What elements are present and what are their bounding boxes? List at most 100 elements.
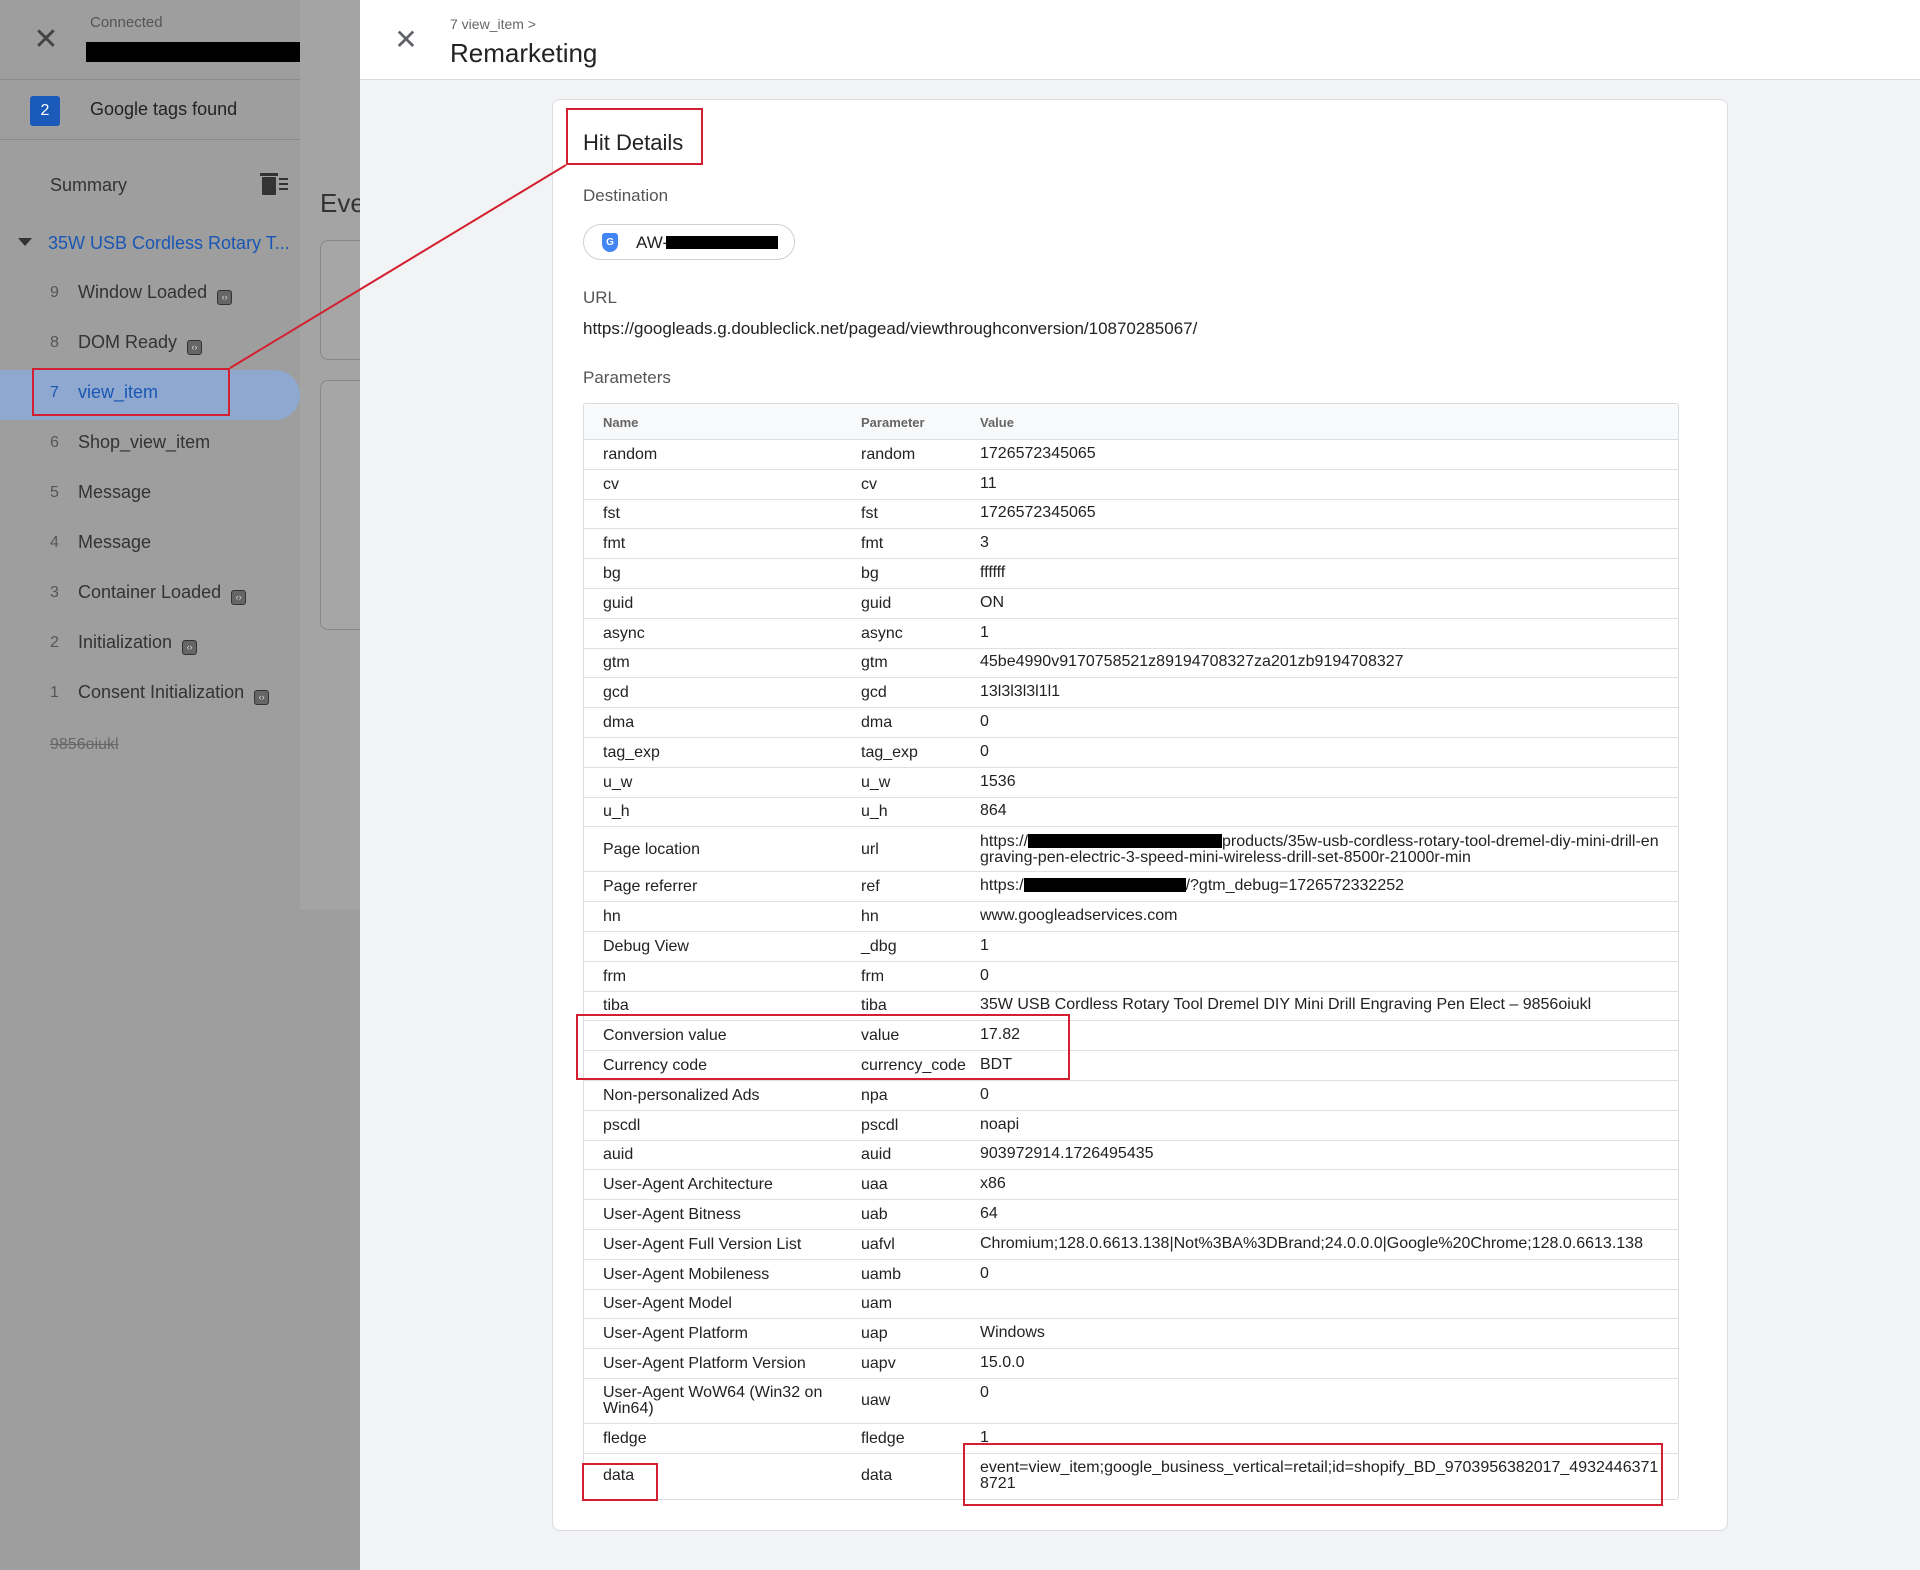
- param-value: 0: [980, 713, 989, 731]
- param-key: guid: [861, 594, 892, 612]
- table-row: gcd gcd 13l3l3l3l1l1: [584, 678, 1678, 709]
- param-key: uam: [861, 1295, 893, 1313]
- event-item[interactable]: 7 view_item: [0, 370, 300, 420]
- app-root: ✕ Connected 2 Google tags found Summary …: [0, 0, 1920, 1570]
- delete-icon[interactable]: [260, 172, 288, 196]
- redacted-domain: [1028, 833, 1223, 848]
- param-key: fst: [861, 505, 878, 523]
- param-name: hn: [603, 908, 621, 926]
- col-name-header: Name: [603, 415, 639, 430]
- table-row: u_h u_h 864: [584, 798, 1678, 828]
- param-value: 0: [980, 1384, 989, 1402]
- event-label-wrap: Window Loaded ‹›: [78, 282, 233, 305]
- close-icon[interactable]: ✕: [390, 24, 422, 56]
- table-row: User-Agent Model uam: [584, 1290, 1678, 1320]
- table-row: User-Agent Platform uap Windows: [584, 1319, 1678, 1350]
- close-icon[interactable]: ✕: [30, 24, 62, 56]
- table-row: User-Agent Full Version List uafvl Chromiu…: [584, 1230, 1678, 1260]
- tags-found-label[interactable]: Google tags found: [90, 99, 237, 120]
- param-key: ref: [861, 878, 880, 896]
- param-key: fmt: [861, 535, 884, 553]
- table-row: tag_exp tag_exp 0: [584, 738, 1678, 768]
- event-item[interactable]: 2 Initialization ‹›: [0, 620, 300, 670]
- event-label: Initialization: [78, 632, 173, 652]
- summary-label[interactable]: Summary: [50, 175, 127, 196]
- hit-url: https://googleads.g.doubleclick.net/page…: [583, 319, 1198, 338]
- param-name: fst: [603, 505, 620, 523]
- events-heading: Eve: [320, 188, 365, 218]
- table-row: fledge fledge 1: [584, 1424, 1678, 1454]
- url-label: URL: [583, 288, 618, 307]
- param-value: 1: [980, 623, 989, 641]
- param-value: 0: [980, 966, 989, 984]
- param-key: bg: [861, 565, 879, 583]
- event-item[interactable]: 3 Container Loaded ‹›: [0, 570, 300, 620]
- breadcrumb[interactable]: 7 view_item >: [450, 16, 536, 32]
- table-row: frm frm 0: [584, 962, 1678, 992]
- destination-chip[interactable]: G AW-: [583, 224, 795, 260]
- param-name: Non-personalized Ads: [603, 1086, 760, 1104]
- param-key: pscdl: [861, 1116, 899, 1134]
- param-name: Page referrer: [603, 878, 698, 896]
- param-value: www.googleadservices.com: [980, 907, 1178, 925]
- param-value: BDT: [980, 1056, 1012, 1074]
- event-item[interactable]: 4 Message: [0, 520, 300, 570]
- event-item[interactable]: 1 Consent Initialization ‹›: [0, 670, 300, 720]
- param-name: auid: [603, 1146, 634, 1164]
- param-name: Page location: [603, 840, 700, 858]
- event-number: 5: [50, 484, 59, 501]
- param-value: 0: [980, 1085, 989, 1103]
- api-call-icon: ‹›: [187, 340, 203, 355]
- param-name: Debug View: [603, 937, 689, 955]
- param-key: value: [861, 1027, 900, 1045]
- param-key: uapv: [861, 1355, 896, 1372]
- param-key: uaa: [861, 1176, 888, 1194]
- table-row: User-Agent Architecture uaa x86: [584, 1170, 1678, 1201]
- param-value: 0: [980, 742, 989, 760]
- value-suffix: /?gtm_debug=1726572332252: [1185, 877, 1405, 895]
- redacted-domain: [1023, 878, 1186, 893]
- param-name: tag_exp: [603, 743, 660, 761]
- param-name: Currency code: [603, 1057, 708, 1075]
- table-row: pscdl pscdl noapi: [584, 1111, 1678, 1141]
- table-row: async async 1: [584, 619, 1678, 649]
- param-name: u_w: [603, 773, 633, 791]
- param-value: ffffff: [980, 564, 1006, 582]
- page-group-label: 35W USB Cordless Rotary T...: [48, 233, 290, 253]
- param-value: ON: [980, 593, 1004, 611]
- table-row: Page referrer ref https:/ /?gtm_debug=17265…: [584, 872, 1678, 903]
- param-name: fmt: [603, 535, 626, 553]
- event-label: Window Loaded: [78, 282, 208, 302]
- param-value: 903972914.1726495435: [980, 1145, 1154, 1163]
- event-number: 7: [50, 384, 59, 401]
- param-value: 1726572345065: [980, 444, 1096, 462]
- param-key: tiba: [861, 997, 887, 1015]
- event-item[interactable]: 8 DOM Ready ‹›: [0, 320, 300, 370]
- param-key: uab: [861, 1206, 888, 1224]
- google-tag-icon: G: [602, 233, 618, 252]
- col-parameter-header: Parameter: [861, 415, 925, 430]
- param-value: 11: [980, 474, 997, 492]
- event-label-wrap: view_item: [78, 382, 158, 403]
- event-label: DOM Ready: [78, 332, 178, 352]
- param-value: 15.0.0: [980, 1354, 1025, 1371]
- table-row: gtm gtm 45be4990v9170758521z89194708327za2…: [584, 649, 1678, 679]
- page-group[interactable]: 35W USB Cordless Rotary T...: [18, 233, 290, 254]
- table-body: random random 1726572345065 cv cv 11 fst fst 172…: [584, 440, 1678, 1499]
- table-row: Debug View _dbg 1: [584, 932, 1678, 962]
- destination-id: AW-: [636, 233, 669, 252]
- param-name: guid: [603, 594, 634, 612]
- event-item[interactable]: 6 Shop_view_item: [0, 420, 300, 470]
- param-value: 45be4990v9170758521z89194708327za201zb91…: [980, 653, 1404, 671]
- event-item[interactable]: 9 Window Loaded ‹›: [0, 270, 300, 320]
- struck-item[interactable]: 9856oiukl: [50, 736, 119, 754]
- param-name: pscdl: [603, 1116, 641, 1134]
- connection-status: Connected: [90, 14, 163, 31]
- table-row: auid auid 903972914.1726495435: [584, 1141, 1678, 1171]
- param-value: 3: [980, 534, 989, 552]
- param-name: User-Agent Platform: [603, 1325, 748, 1343]
- event-item[interactable]: 5 Message: [0, 470, 300, 520]
- hit-details-card: Hit Details Destination G AW- URL https:…: [552, 99, 1728, 1531]
- param-name: User-Agent Architecture: [603, 1176, 773, 1194]
- table-row: fst fst 1726572345065: [584, 500, 1678, 530]
